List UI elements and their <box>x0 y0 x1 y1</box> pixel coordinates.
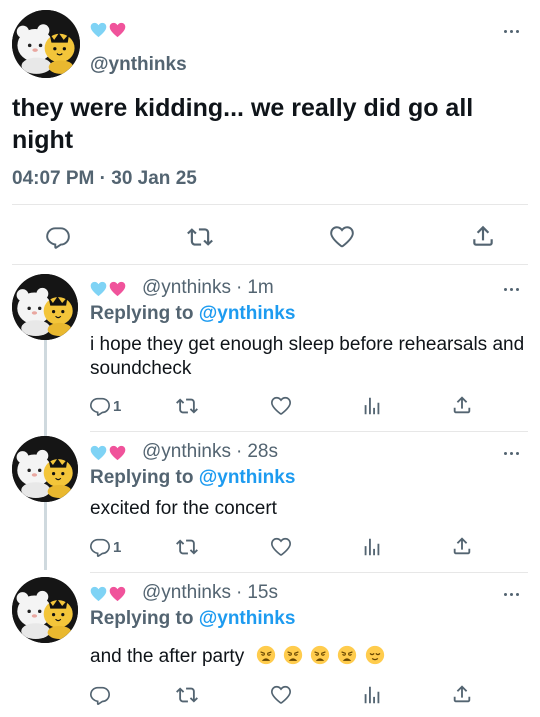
more-options-icon[interactable] <box>500 284 522 294</box>
reply-header: @ynthinks · 28s <box>142 441 278 463</box>
replying-to-mention[interactable]: @ynthinks <box>199 608 296 629</box>
reply-count: 1 <box>113 398 122 415</box>
replying-to-label: Replying to <box>90 303 194 324</box>
replying-to-mention[interactable]: @ynthinks <box>199 303 296 324</box>
reply-time[interactable]: 28s <box>247 441 278 463</box>
reply-header: @ynthinks · 1m <box>142 277 274 299</box>
share-icon[interactable] <box>451 683 473 705</box>
reply-text: i hope they get enough sleep before rehe… <box>90 334 525 379</box>
reply-handle[interactable]: @ynthinks <box>142 441 231 463</box>
blue-heart-icon <box>90 586 107 602</box>
display-name-hearts <box>90 281 126 297</box>
replying-to: Replying to @ynthinks <box>90 608 295 630</box>
weary-face-icon <box>310 645 330 665</box>
replying-to-mention[interactable]: @ynthinks <box>199 467 296 488</box>
like-icon[interactable] <box>270 684 292 706</box>
divider <box>90 572 528 573</box>
replying-to: Replying to @ynthinks <box>90 467 295 489</box>
share-icon[interactable] <box>451 394 473 416</box>
plush-toys-avatar-icon <box>12 10 80 78</box>
weary-face-icon <box>337 645 357 665</box>
display-name-hearts <box>90 586 126 602</box>
pink-heart-icon <box>109 22 126 38</box>
like-icon[interactable] <box>270 395 292 417</box>
main-tweet-timestamp[interactable]: 04:07 PM · 30 Jan 25 <box>12 168 197 190</box>
reply-header: @ynthinks · 15s <box>142 582 278 604</box>
replying-to-label: Replying to <box>90 608 194 629</box>
blue-heart-icon <box>90 445 107 461</box>
reply-handle[interactable]: @ynthinks <box>142 582 231 604</box>
retweet-icon[interactable] <box>176 395 198 417</box>
display-name-hearts <box>90 22 126 38</box>
replying-to-label: Replying to <box>90 467 194 488</box>
reply-icon[interactable] <box>45 224 71 250</box>
divider <box>90 431 528 432</box>
pink-heart-icon <box>109 281 126 297</box>
blue-heart-icon <box>90 22 107 38</box>
reply-count: 1 <box>113 539 122 556</box>
retweet-icon[interactable] <box>187 224 213 250</box>
avatar[interactable] <box>12 436 78 502</box>
separator-dot: · <box>236 441 243 462</box>
more-options-icon[interactable] <box>500 26 522 36</box>
reply-icon[interactable] <box>89 395 111 417</box>
reply-actions: 1 <box>0 535 540 561</box>
reply-actions <box>0 683 540 709</box>
replying-to: Replying to @ynthinks <box>90 303 295 325</box>
divider <box>12 204 528 205</box>
reply-icon[interactable] <box>89 684 111 706</box>
weary-face-icon <box>283 645 303 665</box>
avatar[interactable] <box>12 10 80 78</box>
plush-toys-avatar-icon <box>12 274 78 340</box>
like-icon[interactable] <box>329 224 355 250</box>
relieved-face-icon <box>365 645 385 665</box>
weary-face-icon <box>256 645 276 665</box>
separator-dot: · <box>236 582 243 603</box>
plush-toys-avatar-icon <box>12 436 78 502</box>
blue-heart-icon <box>90 281 107 297</box>
retweet-icon[interactable] <box>176 536 198 558</box>
separator-dot: · <box>236 277 243 298</box>
share-icon[interactable] <box>451 535 473 557</box>
share-icon[interactable] <box>470 223 496 249</box>
reply-time[interactable]: 15s <box>247 582 278 604</box>
like-icon[interactable] <box>270 536 292 558</box>
main-tweet-handle[interactable]: @ynthinks <box>90 54 187 76</box>
pink-heart-icon <box>109 445 126 461</box>
avatar[interactable] <box>12 274 78 340</box>
reply-text-container: and the after party <box>90 645 530 669</box>
views-icon[interactable] <box>361 684 383 706</box>
pink-heart-icon <box>109 586 126 602</box>
reply-time[interactable]: 1m <box>247 277 273 299</box>
views-icon[interactable] <box>361 536 383 558</box>
plush-toys-avatar-icon <box>12 577 78 643</box>
divider <box>12 264 528 265</box>
reply-text: and the after party <box>90 646 245 667</box>
more-options-icon[interactable] <box>500 448 522 458</box>
main-tweet-text: they were kidding... we really did go al… <box>12 94 474 154</box>
views-icon[interactable] <box>361 395 383 417</box>
avatar[interactable] <box>12 577 78 643</box>
main-tweet-actions <box>0 218 540 254</box>
reply-handle[interactable]: @ynthinks <box>142 277 231 299</box>
reply-icon[interactable] <box>89 536 111 558</box>
display-name-hearts <box>90 445 126 461</box>
reply-text: excited for the concert <box>90 498 277 519</box>
retweet-icon[interactable] <box>176 684 198 706</box>
more-options-icon[interactable] <box>500 589 522 599</box>
reply-actions: 1 <box>0 394 540 420</box>
